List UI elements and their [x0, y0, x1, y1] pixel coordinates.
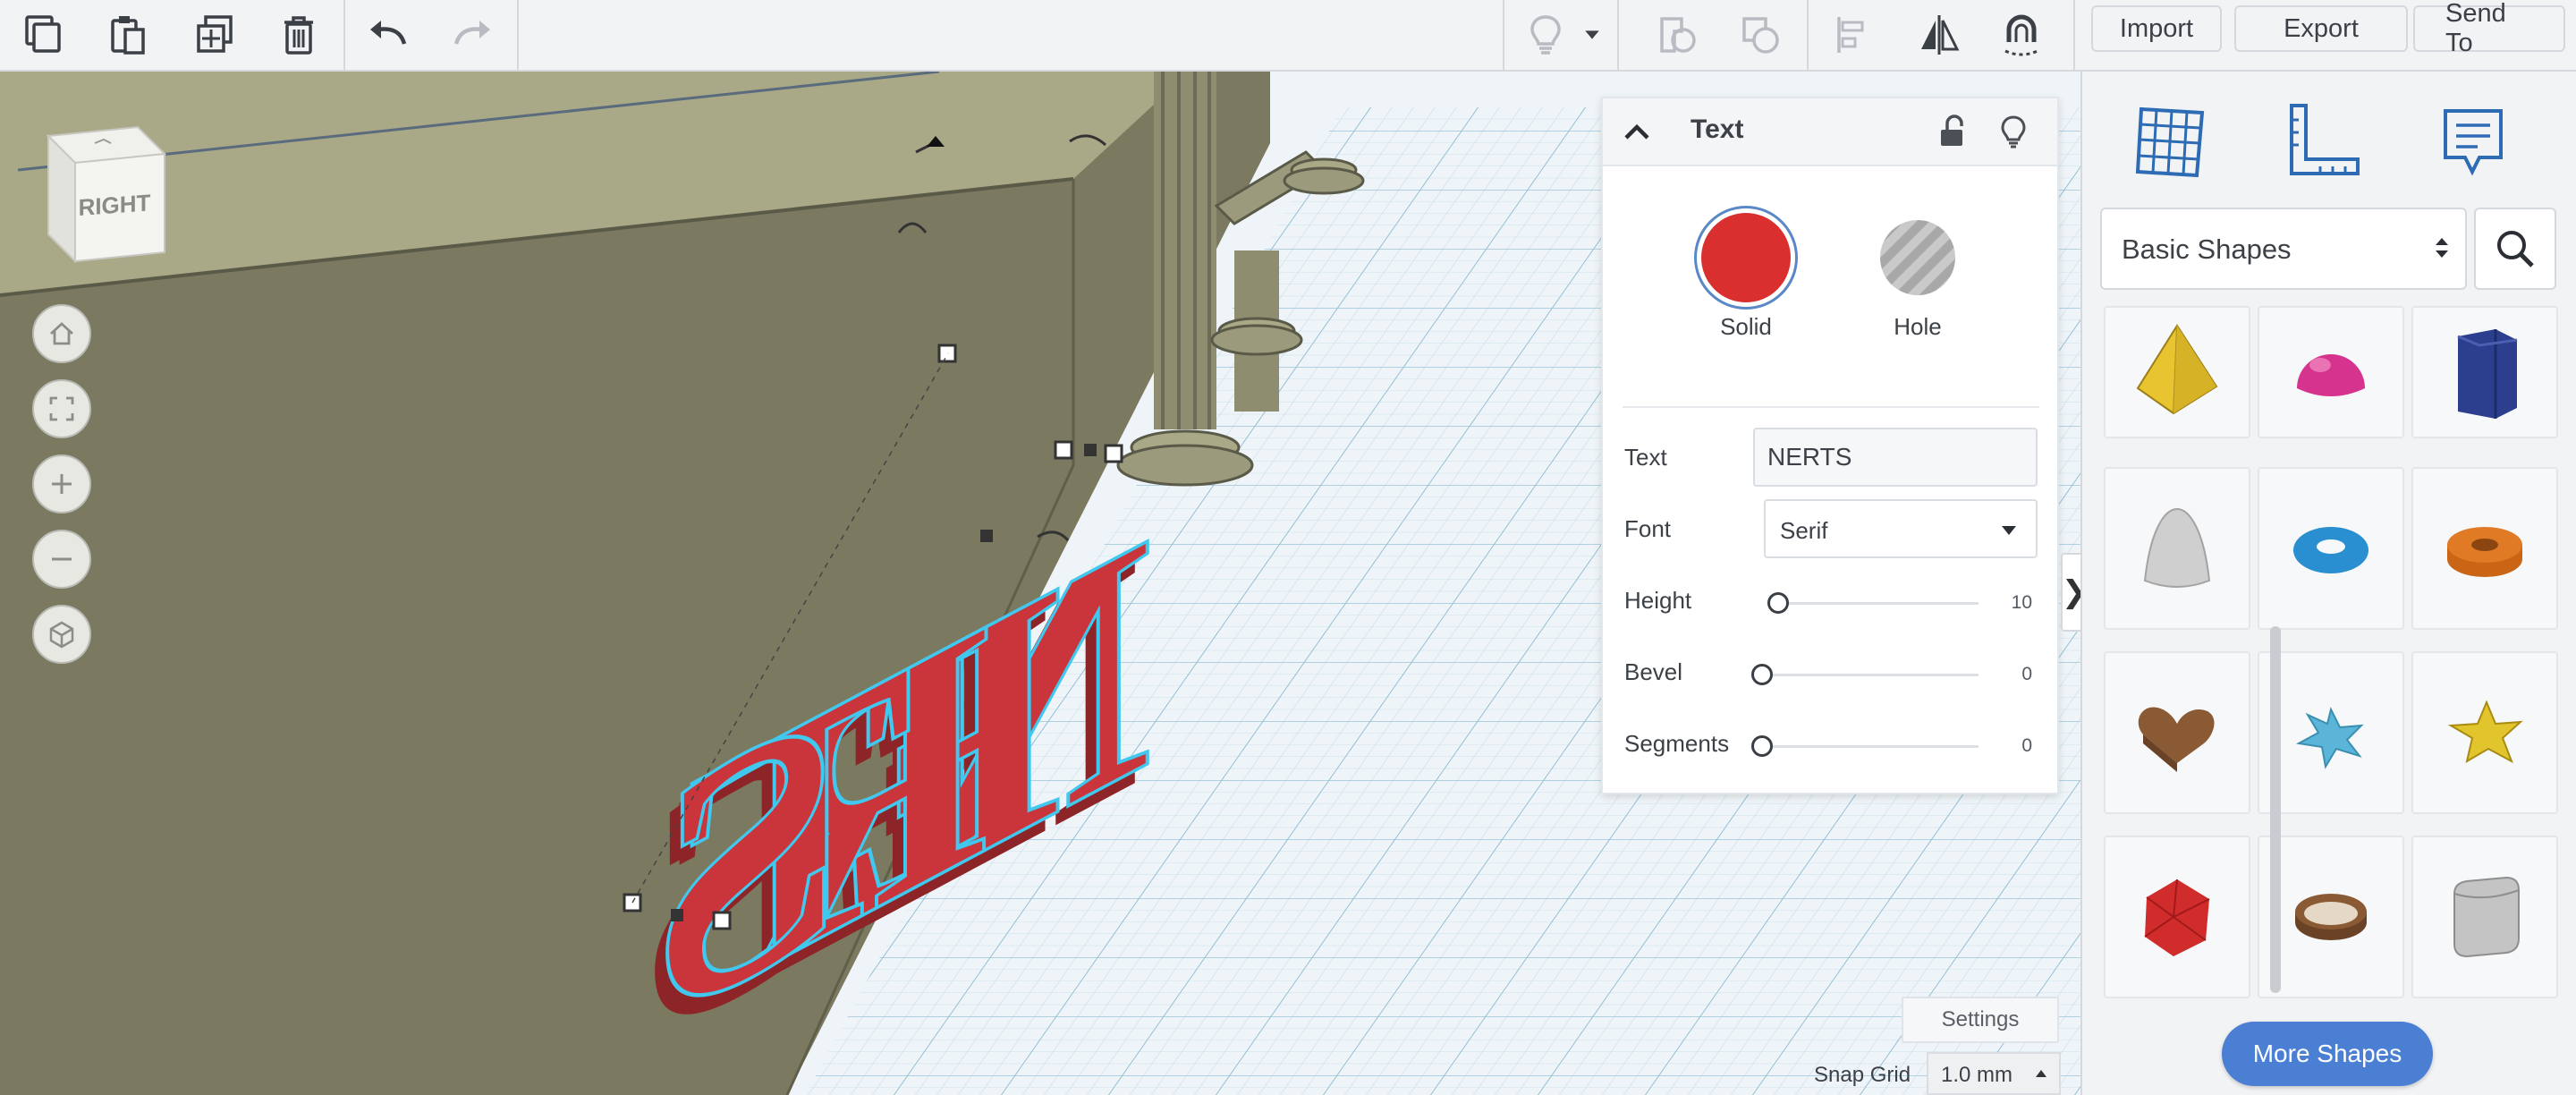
font-prop-label: Font [1624, 515, 1672, 542]
solid-color-swatch[interactable] [1701, 213, 1791, 302]
workplane-icon[interactable] [2120, 91, 2218, 190]
more-shapes-button[interactable]: More Shapes [2222, 1022, 2433, 1086]
import-button[interactable]: Import [2091, 5, 2222, 52]
shape-library-value: Basic Shapes [2122, 233, 2292, 265]
toolbar-divider [1503, 0, 1504, 70]
caret-down-icon [2002, 526, 2016, 535]
fit-view-icon[interactable] [32, 379, 91, 438]
height-slider-track[interactable] [1776, 602, 1979, 605]
notes-icon[interactable] [2424, 91, 2522, 190]
segments-slider-track[interactable] [1760, 745, 1979, 748]
bevel-slider-track[interactable] [1760, 674, 1979, 676]
height-prop-label: Height [1624, 587, 1692, 614]
snap-grid-value: 1.0 mm [1941, 1063, 2013, 1087]
chevron-down-icon[interactable] [1574, 0, 1610, 70]
copy-icon[interactable] [9, 0, 77, 70]
mirror-icon[interactable] [1905, 0, 1973, 70]
view-cube-label: RIGHT [79, 189, 151, 221]
redo-icon[interactable] [438, 0, 506, 70]
home-icon[interactable] [32, 304, 91, 363]
inspector-divider [1623, 406, 2039, 408]
polygon-icon[interactable] [2411, 306, 2558, 438]
bulb-icon[interactable] [1991, 109, 2036, 154]
toolbar-divider [1617, 0, 1619, 70]
shapes-scrollbar[interactable] [2270, 626, 2281, 993]
bevel-prop-label: Bevel [1624, 658, 1683, 685]
view-cube[interactable]: RIGHT [39, 118, 174, 270]
zoom-in-icon[interactable] [32, 454, 91, 514]
inspector-title: Text [1690, 115, 1744, 144]
chevron-up-icon[interactable] [1615, 111, 1658, 154]
tube-icon[interactable] [2411, 467, 2558, 630]
main-toolbar: Import Export Send To [0, 0, 2576, 72]
font-select-value: Serif [1780, 517, 1828, 544]
right-panel: Basic Shapes [2080, 72, 2576, 1095]
shape-inspector: Text Solid Hole Text Font Serif Height 1… [1601, 97, 2059, 794]
font-select[interactable]: Serif [1764, 499, 2038, 558]
hole-swatch[interactable] [1880, 220, 1955, 295]
bevel-value: 0 [2021, 664, 2032, 684]
align-icon[interactable] [1819, 0, 1887, 70]
segments-slider-thumb[interactable] [1751, 735, 1773, 757]
toolbar-divider [517, 0, 519, 70]
inspector-header: Text [1603, 98, 2057, 166]
rounded-box-icon[interactable] [2411, 836, 2558, 998]
caret-up-icon [2036, 1070, 2046, 1077]
bulb-icon[interactable] [1512, 0, 1580, 70]
settings-button[interactable]: Settings [1902, 997, 2059, 1043]
solid-label: Solid [1720, 313, 1772, 340]
toolbar-divider [1807, 0, 1809, 70]
torus-icon[interactable] [2258, 467, 2404, 630]
ruler-icon[interactable] [2272, 91, 2370, 190]
group-icon[interactable] [1644, 0, 1712, 70]
undo-icon[interactable] [354, 0, 422, 70]
segments-prop-label: Segments [1624, 730, 1730, 757]
toolbar-divider [343, 0, 345, 70]
half-sphere-icon[interactable] [2258, 306, 2404, 438]
paraboloid-icon[interactable] [2104, 467, 2250, 630]
toolbar-divider [2073, 0, 2075, 70]
send-to-button[interactable]: Send To [2413, 0, 2565, 57]
updown-caret-icon [2436, 238, 2448, 258]
pyramid-icon[interactable] [2104, 306, 2250, 438]
icosahedron-icon[interactable] [2104, 836, 2250, 998]
text-prop-label: Text [1624, 444, 1667, 471]
text-value-input[interactable] [1753, 428, 2038, 487]
ungroup-icon[interactable] [1726, 0, 1794, 70]
height-slider-thumb[interactable] [1767, 592, 1789, 614]
shape-library-select[interactable]: Basic Shapes [2100, 208, 2467, 290]
bevel-slider-thumb[interactable] [1751, 664, 1773, 685]
heart-icon[interactable] [2104, 651, 2250, 814]
cruise-icon[interactable] [1987, 0, 2055, 70]
snap-grid-select[interactable]: 1.0 mm [1927, 1052, 2061, 1095]
hole-label: Hole [1894, 313, 1942, 340]
perspective-icon[interactable] [32, 605, 91, 664]
lock-icon[interactable] [1930, 109, 1975, 154]
star-icon[interactable] [2411, 651, 2558, 814]
snap-grid-label: Snap Grid [1814, 1063, 1911, 1087]
search-icon[interactable] [2474, 208, 2556, 290]
delete-icon[interactable] [265, 0, 333, 70]
duplicate-icon[interactable] [181, 0, 249, 70]
export-button[interactable]: Export [2234, 5, 2408, 52]
height-value: 10 [2011, 592, 2032, 613]
segments-value: 0 [2021, 735, 2032, 756]
zoom-out-icon[interactable] [32, 530, 91, 589]
paste-icon[interactable] [93, 0, 161, 70]
